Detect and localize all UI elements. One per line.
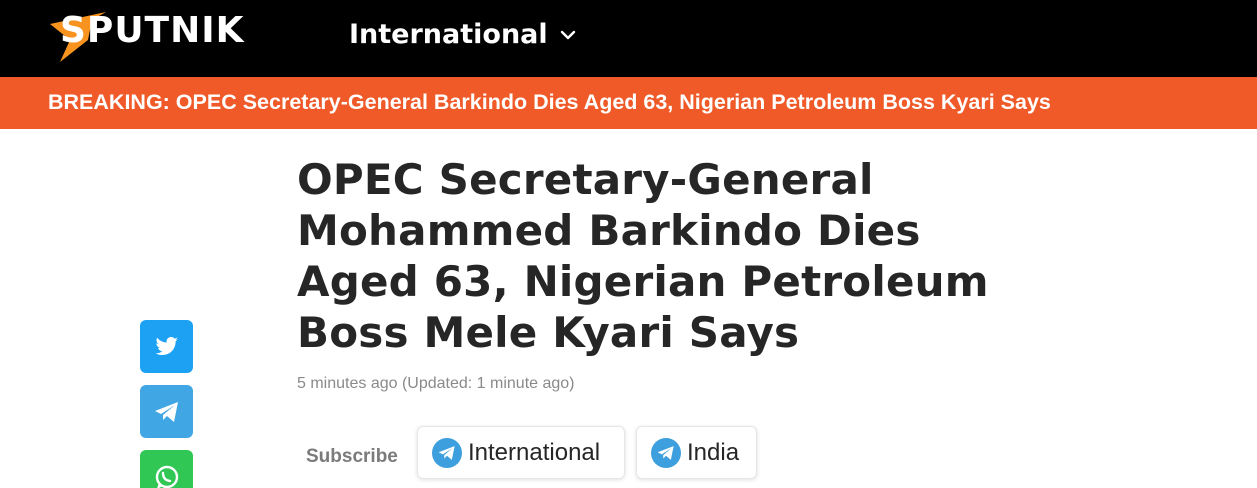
telegram-icon xyxy=(154,401,178,422)
edition-selector[interactable]: International xyxy=(349,19,576,50)
breaking-news-link[interactable]: BREAKING: OPEC Secretary-General Barkind… xyxy=(48,90,1051,115)
edition-label: International xyxy=(349,19,548,50)
breaking-news-bar: BREAKING: OPEC Secretary-General Barkind… xyxy=(0,77,1257,129)
subscribe-international-button[interactable]: International xyxy=(417,426,625,479)
share-twitter-button[interactable] xyxy=(140,320,193,373)
logo-wordmark[interactable]: SPUTNIK xyxy=(60,10,245,51)
telegram-icon xyxy=(651,437,681,468)
twitter-icon xyxy=(155,336,178,355)
share-telegram-button[interactable] xyxy=(140,385,193,438)
subscribe-india-button[interactable]: India xyxy=(636,426,757,479)
subscribe-channel-label: India xyxy=(687,438,740,466)
whatsapp-icon xyxy=(155,465,178,488)
chevron-down-icon xyxy=(560,30,575,39)
site-header: SPUTNIK International xyxy=(0,0,1257,77)
article-title: OPEC Secretary-General Mohammed Barkindo… xyxy=(297,155,989,357)
telegram-icon xyxy=(432,437,462,468)
article-timestamp: 5 minutes ago (Updated: 1 minute ago) xyxy=(297,375,575,392)
subscribe-channel-label: International xyxy=(468,438,601,466)
share-whatsapp-button[interactable] xyxy=(140,450,193,488)
subscribe-label: Subscribe xyxy=(306,446,398,467)
